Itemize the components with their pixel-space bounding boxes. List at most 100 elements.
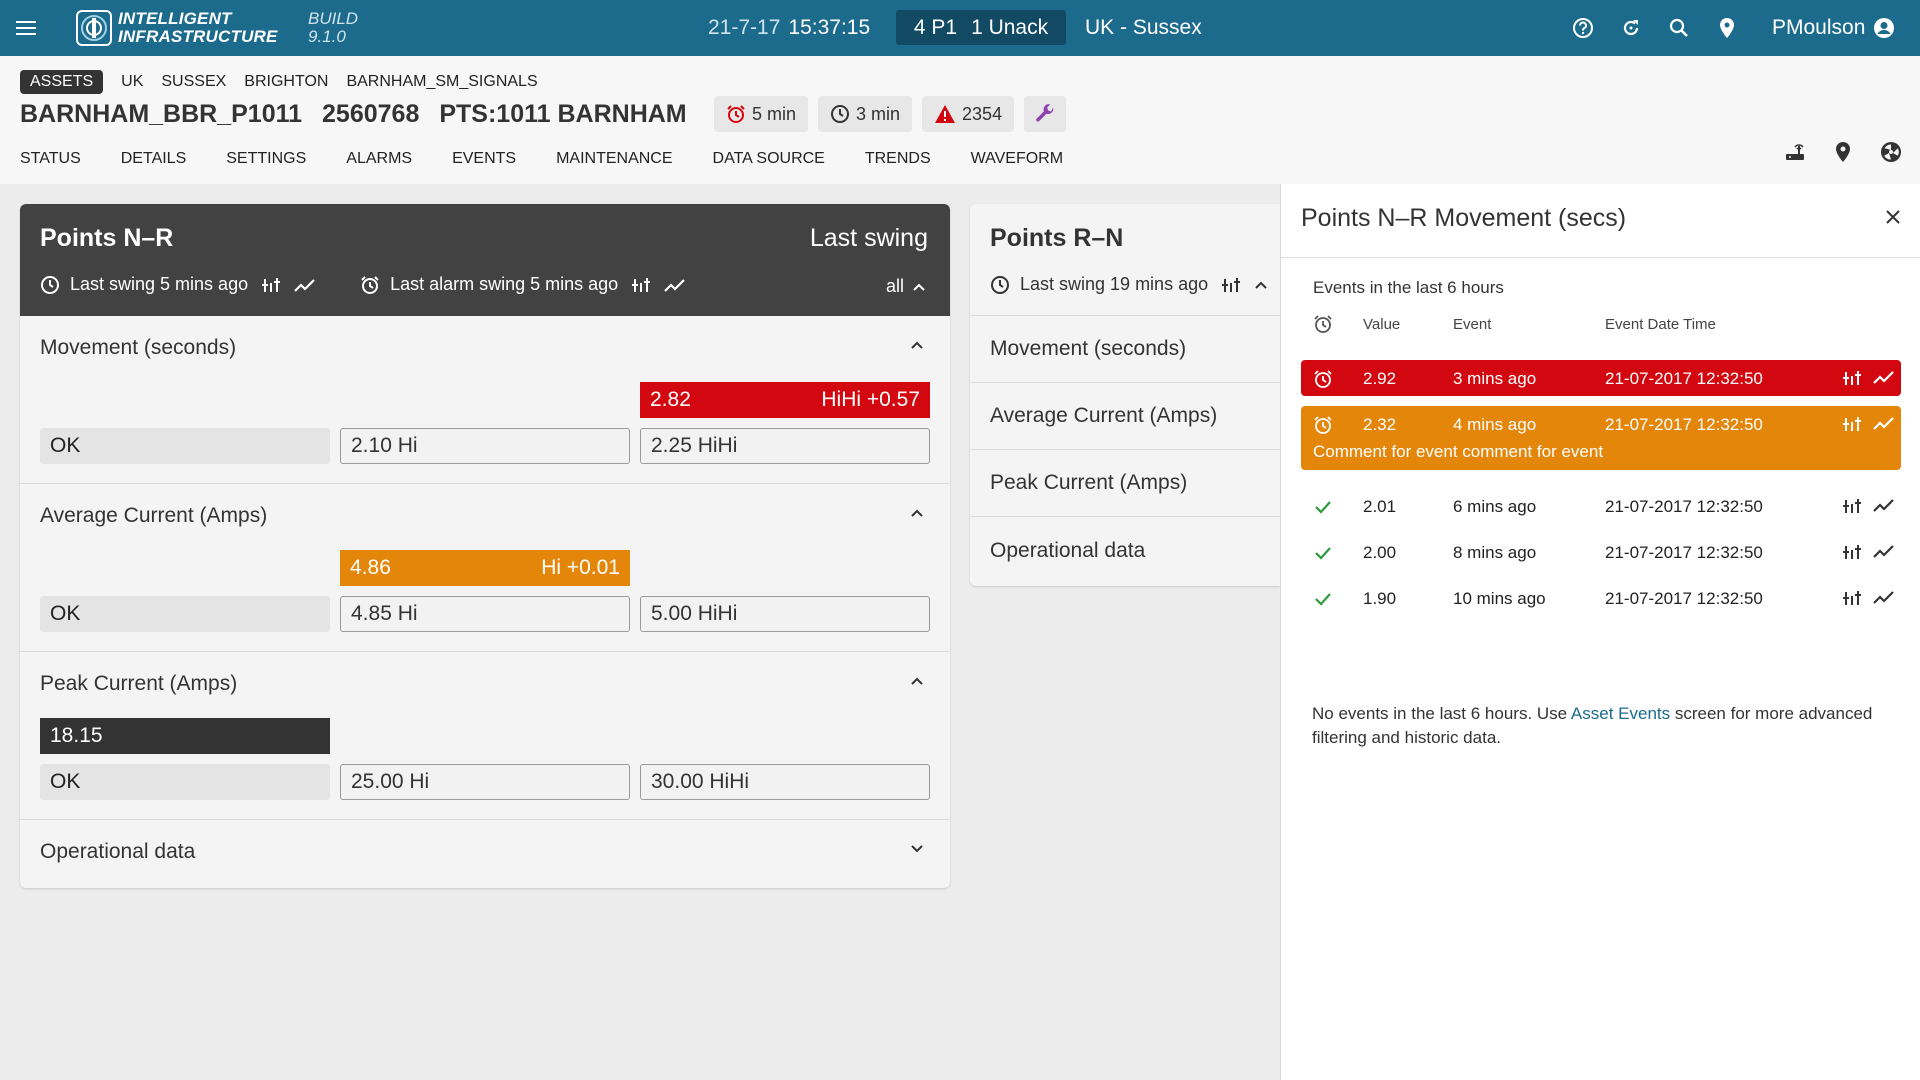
last-alarm-swing-text: Last alarm swing 5 mins ago	[390, 274, 619, 294]
waveform-bars-icon[interactable]	[1843, 589, 1861, 607]
event-age: 8 mins ago	[1453, 543, 1537, 562]
event-row[interactable]: 2.00 8 mins ago 21-07-2017 12:32:50	[1301, 534, 1901, 570]
event-age: 3 mins ago	[1453, 369, 1537, 388]
maintenance-chip[interactable]	[1024, 96, 1067, 132]
rn-movement-section[interactable]: Movement (seconds)	[970, 316, 1280, 383]
alarm-summary-badge[interactable]: 4 P1 1 Unack	[896, 10, 1066, 45]
alarm-clock-icon	[360, 275, 380, 295]
tab-trends[interactable]: TRENDS	[865, 150, 931, 168]
alarm-interval-label: 5 min	[752, 103, 797, 124]
brand-line-2: INFRASTRUCTURE	[118, 27, 278, 46]
search-icon[interactable]	[1665, 0, 1693, 56]
alarm-p1-count: 4 P1	[913, 15, 958, 39]
event-value: 2.32	[1363, 415, 1397, 434]
threshold-hi: 25.00 Hi	[340, 764, 630, 800]
column-header-value[interactable]: Value	[1363, 316, 1400, 333]
waveform-bars-icon[interactable]	[1222, 276, 1241, 294]
build-version: BUILD 9.1.0	[308, 0, 358, 56]
section-title[interactable]: Peak Current (Amps)	[40, 672, 237, 696]
tab-settings[interactable]: SETTINGS	[226, 150, 306, 168]
chevron-up-icon[interactable]	[910, 676, 924, 686]
alarm-clock-icon	[1313, 314, 1333, 334]
clock-date: 21-7-17	[708, 16, 781, 39]
interval-chip[interactable]: 3 min	[818, 96, 913, 132]
account-icon	[1873, 17, 1895, 39]
tab-maintenance[interactable]: MAINTENANCE	[556, 150, 672, 168]
event-age: 6 mins ago	[1453, 497, 1537, 516]
help-icon[interactable]	[1569, 0, 1597, 56]
asset-events-link[interactable]: Asset Events	[1571, 704, 1670, 723]
event-value: 2.00	[1363, 543, 1397, 562]
event-row[interactable]: 2.01 6 mins ago 21-07-2017 12:32:50	[1301, 488, 1901, 524]
region-selector[interactable]: UK - Sussex	[1085, 0, 1202, 56]
rn-peak-current-section[interactable]: Peak Current (Amps)	[970, 450, 1280, 517]
tab-events[interactable]: EVENTS	[452, 150, 516, 168]
trend-icon[interactable]	[1873, 497, 1895, 515]
tab-waveform[interactable]: WAVEFORM	[971, 150, 1063, 168]
filter-all-toggle[interactable]: all	[886, 276, 926, 297]
threshold-hihi: 2.25 HiHi	[640, 428, 930, 464]
menu-icon[interactable]	[16, 0, 40, 56]
breadcrumb: ASSETS UK SUSSEX BRIGHTON BARNHAM_SM_SIG…	[20, 70, 538, 94]
rn-operational-data-section[interactable]: Operational data	[970, 517, 1280, 584]
breadcrumb-brighton[interactable]: BRIGHTON	[244, 73, 328, 91]
logo-icon	[76, 0, 116, 56]
tab-status[interactable]: STATUS	[20, 150, 81, 168]
warning-count-chip[interactable]: 2354	[922, 96, 1015, 132]
chevron-up-icon[interactable]	[910, 340, 924, 350]
brand-name: INTELLIGENT INFRASTRUCTURE	[118, 0, 278, 56]
location-icon[interactable]	[1834, 138, 1852, 166]
event-age: 4 mins ago	[1453, 415, 1537, 434]
waveform-bars-icon[interactable]	[1843, 369, 1861, 387]
event-row[interactable]: 2.92 3 mins ago 21-07-2017 12:32:50	[1301, 360, 1901, 396]
section-title[interactable]: Average Current (Amps)	[40, 504, 267, 528]
chevron-down-icon[interactable]	[910, 844, 924, 854]
trend-icon[interactable]	[294, 277, 316, 293]
chevron-up-icon[interactable]	[910, 508, 924, 518]
breadcrumb-signals[interactable]: BARNHAM_SM_SIGNALS	[346, 73, 537, 91]
alarm-clock-icon	[726, 104, 746, 124]
column-header-datetime[interactable]: Event Date Time	[1605, 316, 1716, 333]
refresh-icon[interactable]	[1617, 0, 1645, 56]
tab-data-source[interactable]: DATA SOURCE	[713, 150, 825, 168]
user-menu[interactable]: PMoulson	[1772, 0, 1895, 56]
trend-icon[interactable]	[664, 277, 686, 293]
waveform-bars-icon[interactable]	[262, 276, 281, 294]
alarm-interval-chip[interactable]: 5 min	[714, 96, 809, 132]
operational-data-section[interactable]: Operational data	[20, 820, 950, 888]
clock-time: 15:37:15	[788, 16, 871, 39]
breadcrumb-sussex[interactable]: SUSSEX	[161, 73, 226, 91]
trend-icon[interactable]	[1873, 543, 1895, 561]
tab-details[interactable]: DETAILS	[121, 150, 187, 168]
event-row[interactable]: 2.32 4 mins ago 21-07-2017 12:32:50 Comm…	[1301, 406, 1901, 470]
rn-average-current-section[interactable]: Average Current (Amps)	[970, 383, 1280, 450]
panel-header: Points N–R Movement (secs)	[1281, 184, 1920, 258]
waveform-bars-icon[interactable]	[1843, 497, 1861, 515]
value-exceedance: Hi +0.01	[541, 556, 620, 579]
column-header-event[interactable]: Event	[1453, 316, 1491, 333]
breadcrumb-uk[interactable]: UK	[121, 73, 143, 91]
chevron-up-icon[interactable]	[1254, 280, 1268, 290]
alarm-clock-icon	[1313, 369, 1333, 389]
tab-alarms[interactable]: ALARMS	[346, 150, 412, 168]
breadcrumb-assets[interactable]: ASSETS	[20, 70, 104, 94]
trend-icon[interactable]	[1873, 369, 1895, 387]
status-ok: OK	[40, 428, 330, 464]
section-title[interactable]: Movement (seconds)	[40, 336, 236, 360]
interval-label: 3 min	[856, 103, 901, 124]
close-icon[interactable]	[1884, 208, 1902, 226]
waveform-bars-icon[interactable]	[632, 276, 651, 294]
trend-icon[interactable]	[1873, 589, 1895, 607]
trend-icon[interactable]	[1873, 415, 1895, 433]
router-icon[interactable]	[1784, 138, 1806, 166]
asset-name: BARNHAM_BBR_P1011	[20, 99, 303, 128]
points-nr-card: Points N–R Last swing Last swing 5 mins …	[20, 204, 950, 888]
location-icon[interactable]	[1713, 0, 1741, 56]
waveform-bars-icon[interactable]	[1843, 543, 1861, 561]
waveform-bars-icon[interactable]	[1843, 415, 1861, 433]
asset-description: PTS:1011 BARNHAM	[439, 99, 687, 128]
panel-title: Points N–R Movement (secs)	[1301, 204, 1627, 232]
event-actions	[1843, 543, 1895, 561]
event-row[interactable]: 1.90 10 mins ago 21-07-2017 12:32:50	[1301, 580, 1901, 616]
radiation-icon[interactable]	[1880, 138, 1902, 166]
